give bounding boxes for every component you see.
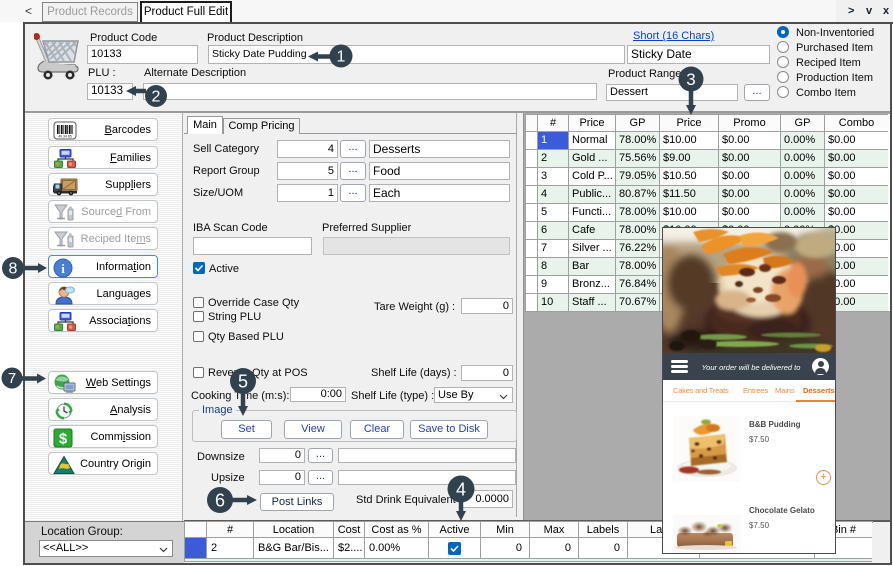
svg-text:3: 3 <box>686 70 695 89</box>
svg-text:2: 2 <box>152 89 161 106</box>
svg-text:8: 8 <box>9 261 18 278</box>
svg-text:7: 7 <box>8 370 16 387</box>
svg-text:1: 1 <box>337 49 346 66</box>
svg-text:6: 6 <box>215 491 225 511</box>
svg-text:4: 4 <box>456 480 466 500</box>
svg-text:5: 5 <box>238 372 248 392</box>
